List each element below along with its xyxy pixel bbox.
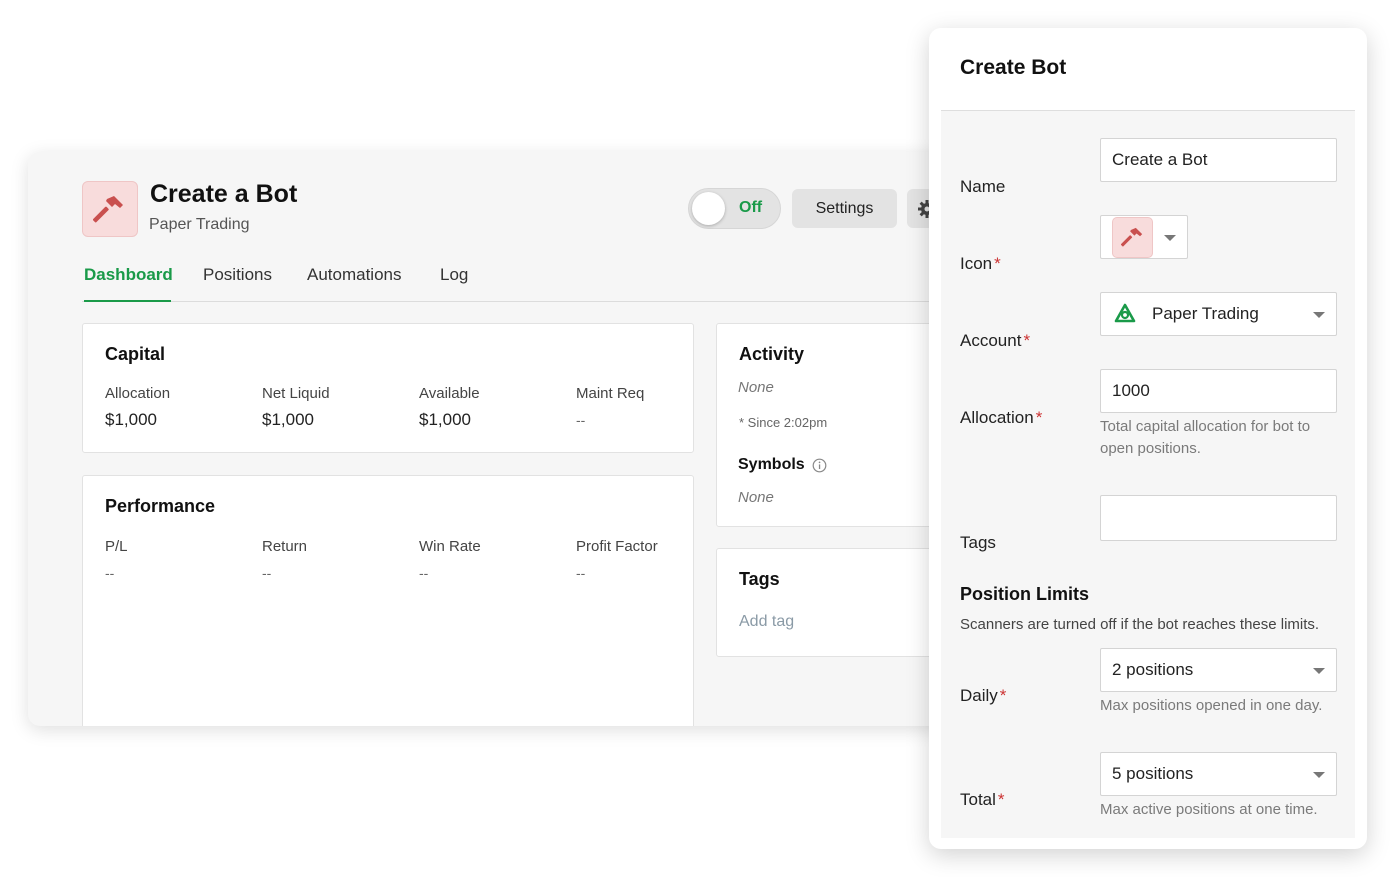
- daily-label: Daily *: [960, 686, 1007, 705]
- icon-preview: [1112, 216, 1153, 258]
- account-label: Account *: [960, 331, 1031, 350]
- performance-title: Performance: [105, 496, 216, 516]
- create-bot-modal: Create Bot Name Create a Bot Icon * Accou…: [929, 28, 1367, 849]
- capital-card: Capital Allocation $1,000 Net Liquid $1,…: [82, 323, 694, 453]
- total-label: Total *: [960, 790, 1005, 809]
- stat-label: Win Rate: [419, 538, 481, 555]
- activity-value: None: [738, 379, 774, 396]
- allocation-label: Allocation *: [960, 408, 1043, 427]
- toggle-label: Off: [739, 199, 763, 216]
- activity-title: Activity: [739, 344, 805, 364]
- activity-card: Activity None * Since 2:02pm Symbols Non…: [716, 323, 958, 527]
- tab-dashboard[interactable]: Dashboard: [84, 265, 173, 302]
- tags-card: Tags Add tag: [716, 548, 958, 657]
- modal-title: Create Bot: [960, 56, 1067, 79]
- stat-value: $1,000: [419, 410, 471, 429]
- stat-value: --: [576, 412, 586, 428]
- bot-tabs: Dashboard Positions Automations Log: [82, 265, 958, 302]
- add-tag-link[interactable]: Add tag: [739, 613, 794, 631]
- tags-input[interactable]: [1100, 495, 1337, 541]
- allocation-help: Total capital allocation for bot to open…: [1100, 418, 1311, 457]
- stat-label: P/L: [105, 538, 128, 555]
- symbols-title: Symbols: [738, 456, 805, 473]
- create-bot-form: Name Create a Bot Icon * Account * Paper T…: [941, 110, 1355, 838]
- tab-positions[interactable]: Positions: [203, 265, 272, 302]
- modal-header: Create Bot: [929, 28, 1367, 110]
- stat-label: Net Liquid: [262, 385, 330, 402]
- position-limits-title: Position Limits: [960, 584, 1090, 604]
- account-logo-icon: [1114, 303, 1136, 323]
- position-limits-desc: Scanners are turned off if the bot reach…: [960, 616, 1320, 633]
- bot-subtitle: Paper Trading: [149, 216, 250, 233]
- stat-value: --: [262, 565, 272, 581]
- activity-since: * Since 2:02pm: [739, 415, 828, 430]
- settings-button[interactable]: Settings: [792, 189, 897, 228]
- capital-title: Capital: [105, 344, 166, 364]
- total-select[interactable]: 5 positions: [1100, 752, 1337, 796]
- symbols-value: None: [738, 489, 774, 506]
- stat-label: Return: [262, 538, 308, 555]
- tab-automations[interactable]: Automations: [307, 265, 402, 302]
- chevron-down-icon: [1313, 772, 1325, 778]
- stat-value: $1,000: [105, 410, 157, 429]
- tags-label: Tags: [960, 533, 996, 552]
- tags-title: Tags: [739, 569, 780, 589]
- stat-label: Profit Factor: [576, 538, 658, 555]
- stat-value: $1,000: [262, 410, 314, 429]
- icon-label: Icon *: [960, 254, 1001, 273]
- hammer-icon: [93, 196, 123, 223]
- chevron-down-icon: [1313, 312, 1325, 318]
- tab-log[interactable]: Log: [440, 265, 468, 302]
- bot-dashboard-window: Create a Bot Paper Trading Off Settings …: [28, 152, 958, 726]
- stat-value: --: [105, 565, 115, 581]
- name-input[interactable]: Create a Bot: [1100, 138, 1337, 182]
- hammer-icon: [1120, 227, 1142, 247]
- bot-avatar: [82, 181, 138, 237]
- daily-help: Max positions opened in one day.: [1100, 697, 1323, 714]
- daily-select[interactable]: 2 positions: [1100, 648, 1337, 692]
- account-select[interactable]: Paper Trading: [1100, 292, 1337, 336]
- info-icon[interactable]: [812, 458, 827, 473]
- stat-label: Allocation: [105, 385, 171, 402]
- stat-label: Available: [419, 385, 480, 402]
- icon-select[interactable]: [1100, 215, 1188, 259]
- stat-value: --: [419, 565, 429, 581]
- stat-label: Maint Req: [576, 385, 645, 402]
- chevron-down-icon: [1313, 668, 1325, 674]
- performance-card: Performance P/L -- Return -- Win Rate --…: [82, 475, 694, 726]
- chevron-down-icon: [1164, 235, 1176, 241]
- name-label: Name: [960, 177, 1006, 196]
- total-help: Max active positions at one time.: [1100, 801, 1318, 818]
- allocation-input[interactable]: 1000: [1100, 369, 1337, 413]
- bot-title: Create a Bot: [150, 180, 298, 208]
- stat-value: --: [576, 565, 586, 581]
- toggle-knob: [692, 192, 725, 225]
- bot-on-off-toggle[interactable]: Off: [688, 188, 781, 229]
